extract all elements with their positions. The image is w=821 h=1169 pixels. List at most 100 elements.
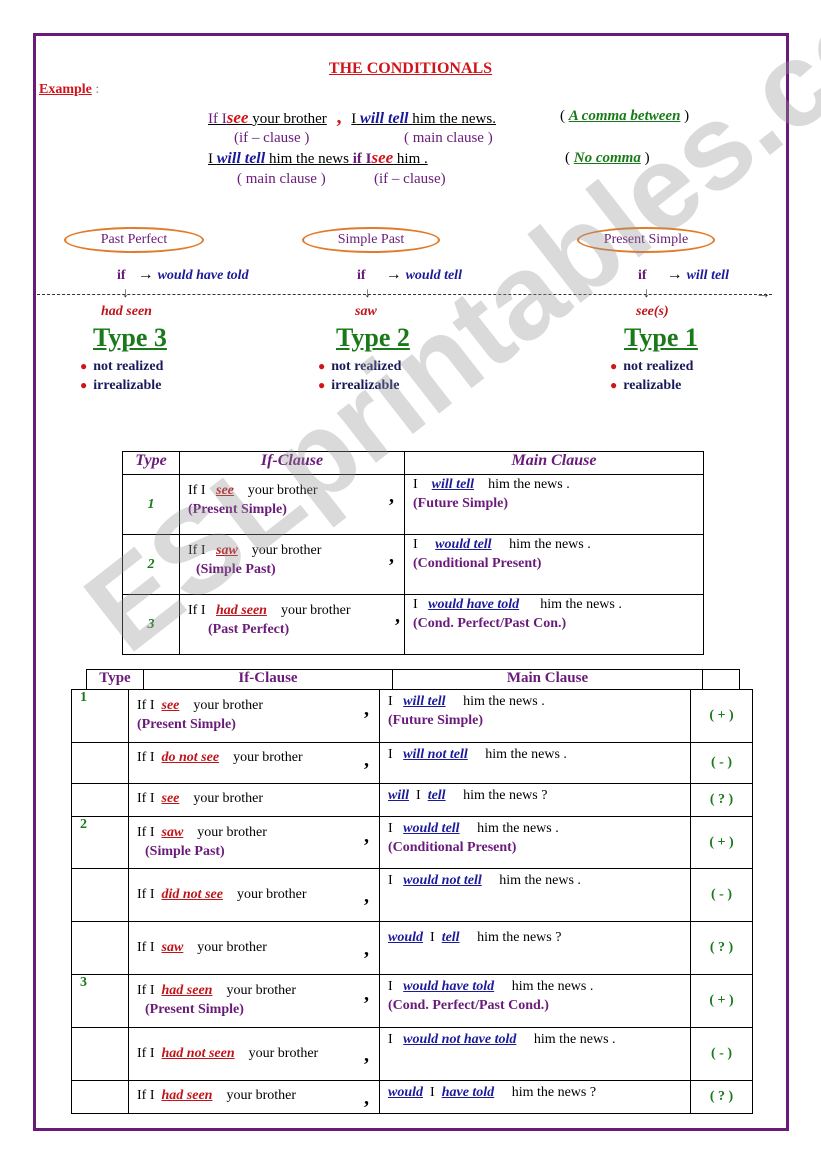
type-number xyxy=(71,1027,129,1081)
sentence-type-sign: ( + ) xyxy=(690,974,753,1028)
main-clause-cell: I would tell him the news . (Conditional … xyxy=(404,534,704,595)
type-number: 3 xyxy=(122,594,180,655)
if-clause-cell: If I see your brother, (Present Simple) xyxy=(179,474,405,535)
sentence-type-sign: ( - ) xyxy=(690,1027,753,1081)
main-clause-cell: I would not have told him the news . xyxy=(379,1027,691,1081)
bullet-icon: ● xyxy=(318,359,326,373)
bullet-icon: ● xyxy=(610,378,618,392)
timeline-tick-icon: ↓ xyxy=(122,286,129,301)
main-clause-cell: I will tell him the news . (Future Simple… xyxy=(404,474,704,535)
main-clause-cell: I would not tell him the news . xyxy=(379,868,691,922)
timeline-result-type1: if → will tell xyxy=(638,266,729,283)
type-number: 3 xyxy=(71,974,129,1028)
timeline-form-type1: see(s) xyxy=(636,304,669,319)
if-clause-cell: If I saw your brother, (Simple Past) xyxy=(128,816,380,869)
main-clause-cell: I would tell him the news . (Conditional … xyxy=(379,816,691,869)
table-row: If I see your brother will I tell him the… xyxy=(71,783,753,817)
type-number xyxy=(71,921,129,975)
conditionals-forms-table: 1 If I see your brother, (Present Simple) I… xyxy=(71,689,753,1114)
header-if-clause: If-Clause xyxy=(179,451,405,475)
type3-heading: Type 3 xyxy=(93,323,167,352)
sentence-type-sign: ( ? ) xyxy=(690,783,753,817)
header-main-clause: Main Clause xyxy=(404,451,704,475)
bullet-icon: ● xyxy=(610,359,618,373)
main-clause-cell: I would have told him the news . (Cond. P… xyxy=(404,594,704,655)
timeline-form-type3: had seen xyxy=(101,304,152,319)
header-if-clause: If-Clause xyxy=(143,669,393,690)
example-label: Example : xyxy=(39,82,100,97)
bullet-icon: ● xyxy=(80,359,88,373)
forms-table-header: Type If-Clause Main Clause xyxy=(86,669,740,690)
if-clause-cell: If I see your brother xyxy=(128,783,380,817)
bullet-icon: ● xyxy=(80,378,88,392)
table-row: 3 If I had seen your brother, (Past Perfe… xyxy=(122,594,704,655)
timeline-arrow-icon: → xyxy=(755,285,771,302)
table-row: 3 If I had seen your brother, (Present Sim… xyxy=(71,974,753,1028)
table-row: If I saw your brother, would I tell him t… xyxy=(71,921,753,975)
type-number xyxy=(71,783,129,817)
type-number xyxy=(71,868,129,922)
if-clause-cell: If I saw your brother, (Simple Past) xyxy=(179,534,405,595)
timeline-line xyxy=(37,294,772,295)
timeline-tick-icon: ↓ xyxy=(643,286,650,301)
conditionals-summary-table: Type If-Clause Main Clause 1 If I see yo… xyxy=(122,451,704,655)
no-comma-note: ( No comma ) xyxy=(565,150,650,166)
tense-oval-present-simple: Present Simple xyxy=(577,227,715,253)
type2-bullets: ● not realized ● irrealizable xyxy=(318,359,402,393)
sentence-type-sign: ( ? ) xyxy=(690,921,753,975)
table-row: If I do not see your brother, I will not … xyxy=(71,742,753,784)
table-row: 1 If I see your brother, (Present Simple)… xyxy=(122,474,704,535)
table-row: 2 If I saw your brother, (Simple Past) I … xyxy=(122,534,704,595)
sentence-type-sign: ( - ) xyxy=(690,742,753,784)
if-clause-cell: If I had seen your brother, (Past Perfect… xyxy=(179,594,405,655)
header-main-clause: Main Clause xyxy=(392,669,703,690)
tense-oval-simple-past: Simple Past xyxy=(302,227,440,253)
type1-bullets: ● not realized ● realizable xyxy=(610,359,694,393)
table-row: 1 If I see your brother, (Present Simple) I… xyxy=(71,689,753,743)
type2-heading: Type 2 xyxy=(336,323,410,352)
sentence-type-sign: ( - ) xyxy=(690,868,753,922)
main-clause-cell: would I have told him the news ? xyxy=(379,1080,691,1114)
type-number: 1 xyxy=(71,689,129,743)
example-sentence-1: If Isee your brother , I will tell him t… xyxy=(208,106,496,128)
sentence-type-sign: ( ? ) xyxy=(690,1080,753,1114)
type-number: 2 xyxy=(71,816,129,869)
example-sentence-2: I will tell him the news if Isee him . xyxy=(208,148,428,167)
table-row: 2 If I saw your brother, (Simple Past) I wo… xyxy=(71,816,753,869)
header-sign xyxy=(702,669,740,690)
if-clause-cell: If I did not see your brother, xyxy=(128,868,380,922)
type-number xyxy=(71,742,129,784)
tense-oval-past-perfect: Past Perfect xyxy=(64,227,204,253)
type1-heading: Type 1 xyxy=(624,323,698,352)
main-clause-cell: would I tell him the news ? xyxy=(379,921,691,975)
main-clause-label: ( main clause ) xyxy=(404,130,493,146)
if-clause-cell: If I had seen your brother, xyxy=(128,1080,380,1114)
table-row: If I had seen your brother, would I have … xyxy=(71,1080,753,1114)
if-clause-cell: If I had seen your brother, (Present Simp… xyxy=(128,974,380,1028)
main-clause-cell: I will not tell him the news . xyxy=(379,742,691,784)
type3-bullets: ● not realized ● irrealizable xyxy=(80,359,164,393)
timeline-result-type2: if → would tell xyxy=(357,266,462,283)
main-clause-label-2: ( main clause ) xyxy=(237,171,326,187)
timeline-tick-icon: ↓ xyxy=(364,286,371,301)
page-title: THE CONDITIONALS xyxy=(328,60,493,77)
type-number: 2 xyxy=(122,534,180,595)
if-clause-cell: If I saw your brother, xyxy=(128,921,380,975)
type-number: 1 xyxy=(122,474,180,535)
timeline-form-type2: saw xyxy=(355,304,377,319)
main-clause-cell: I would have told him the news . (Cond. P… xyxy=(379,974,691,1028)
table-row: If I did not see your brother, I would no… xyxy=(71,868,753,922)
main-clause-cell: will I tell him the news ? xyxy=(379,783,691,817)
if-clause-cell: If I had not seen your brother, xyxy=(128,1027,380,1081)
comma-note: ( A comma between ) xyxy=(560,108,690,124)
header-type: Type xyxy=(86,669,144,690)
if-clause-cell: If I do not see your brother, xyxy=(128,742,380,784)
table-header-row: Type If-Clause Main Clause xyxy=(122,451,704,475)
type-number xyxy=(71,1080,129,1114)
if-clause-label: (if – clause ) xyxy=(234,130,310,146)
sentence-type-sign: ( + ) xyxy=(690,816,753,869)
if-clause-label-2: (if – clause) xyxy=(374,171,446,187)
header-type: Type xyxy=(122,451,180,475)
sentence-type-sign: ( + ) xyxy=(690,689,753,743)
main-clause-cell: I will tell him the news . (Future Simple… xyxy=(379,689,691,743)
